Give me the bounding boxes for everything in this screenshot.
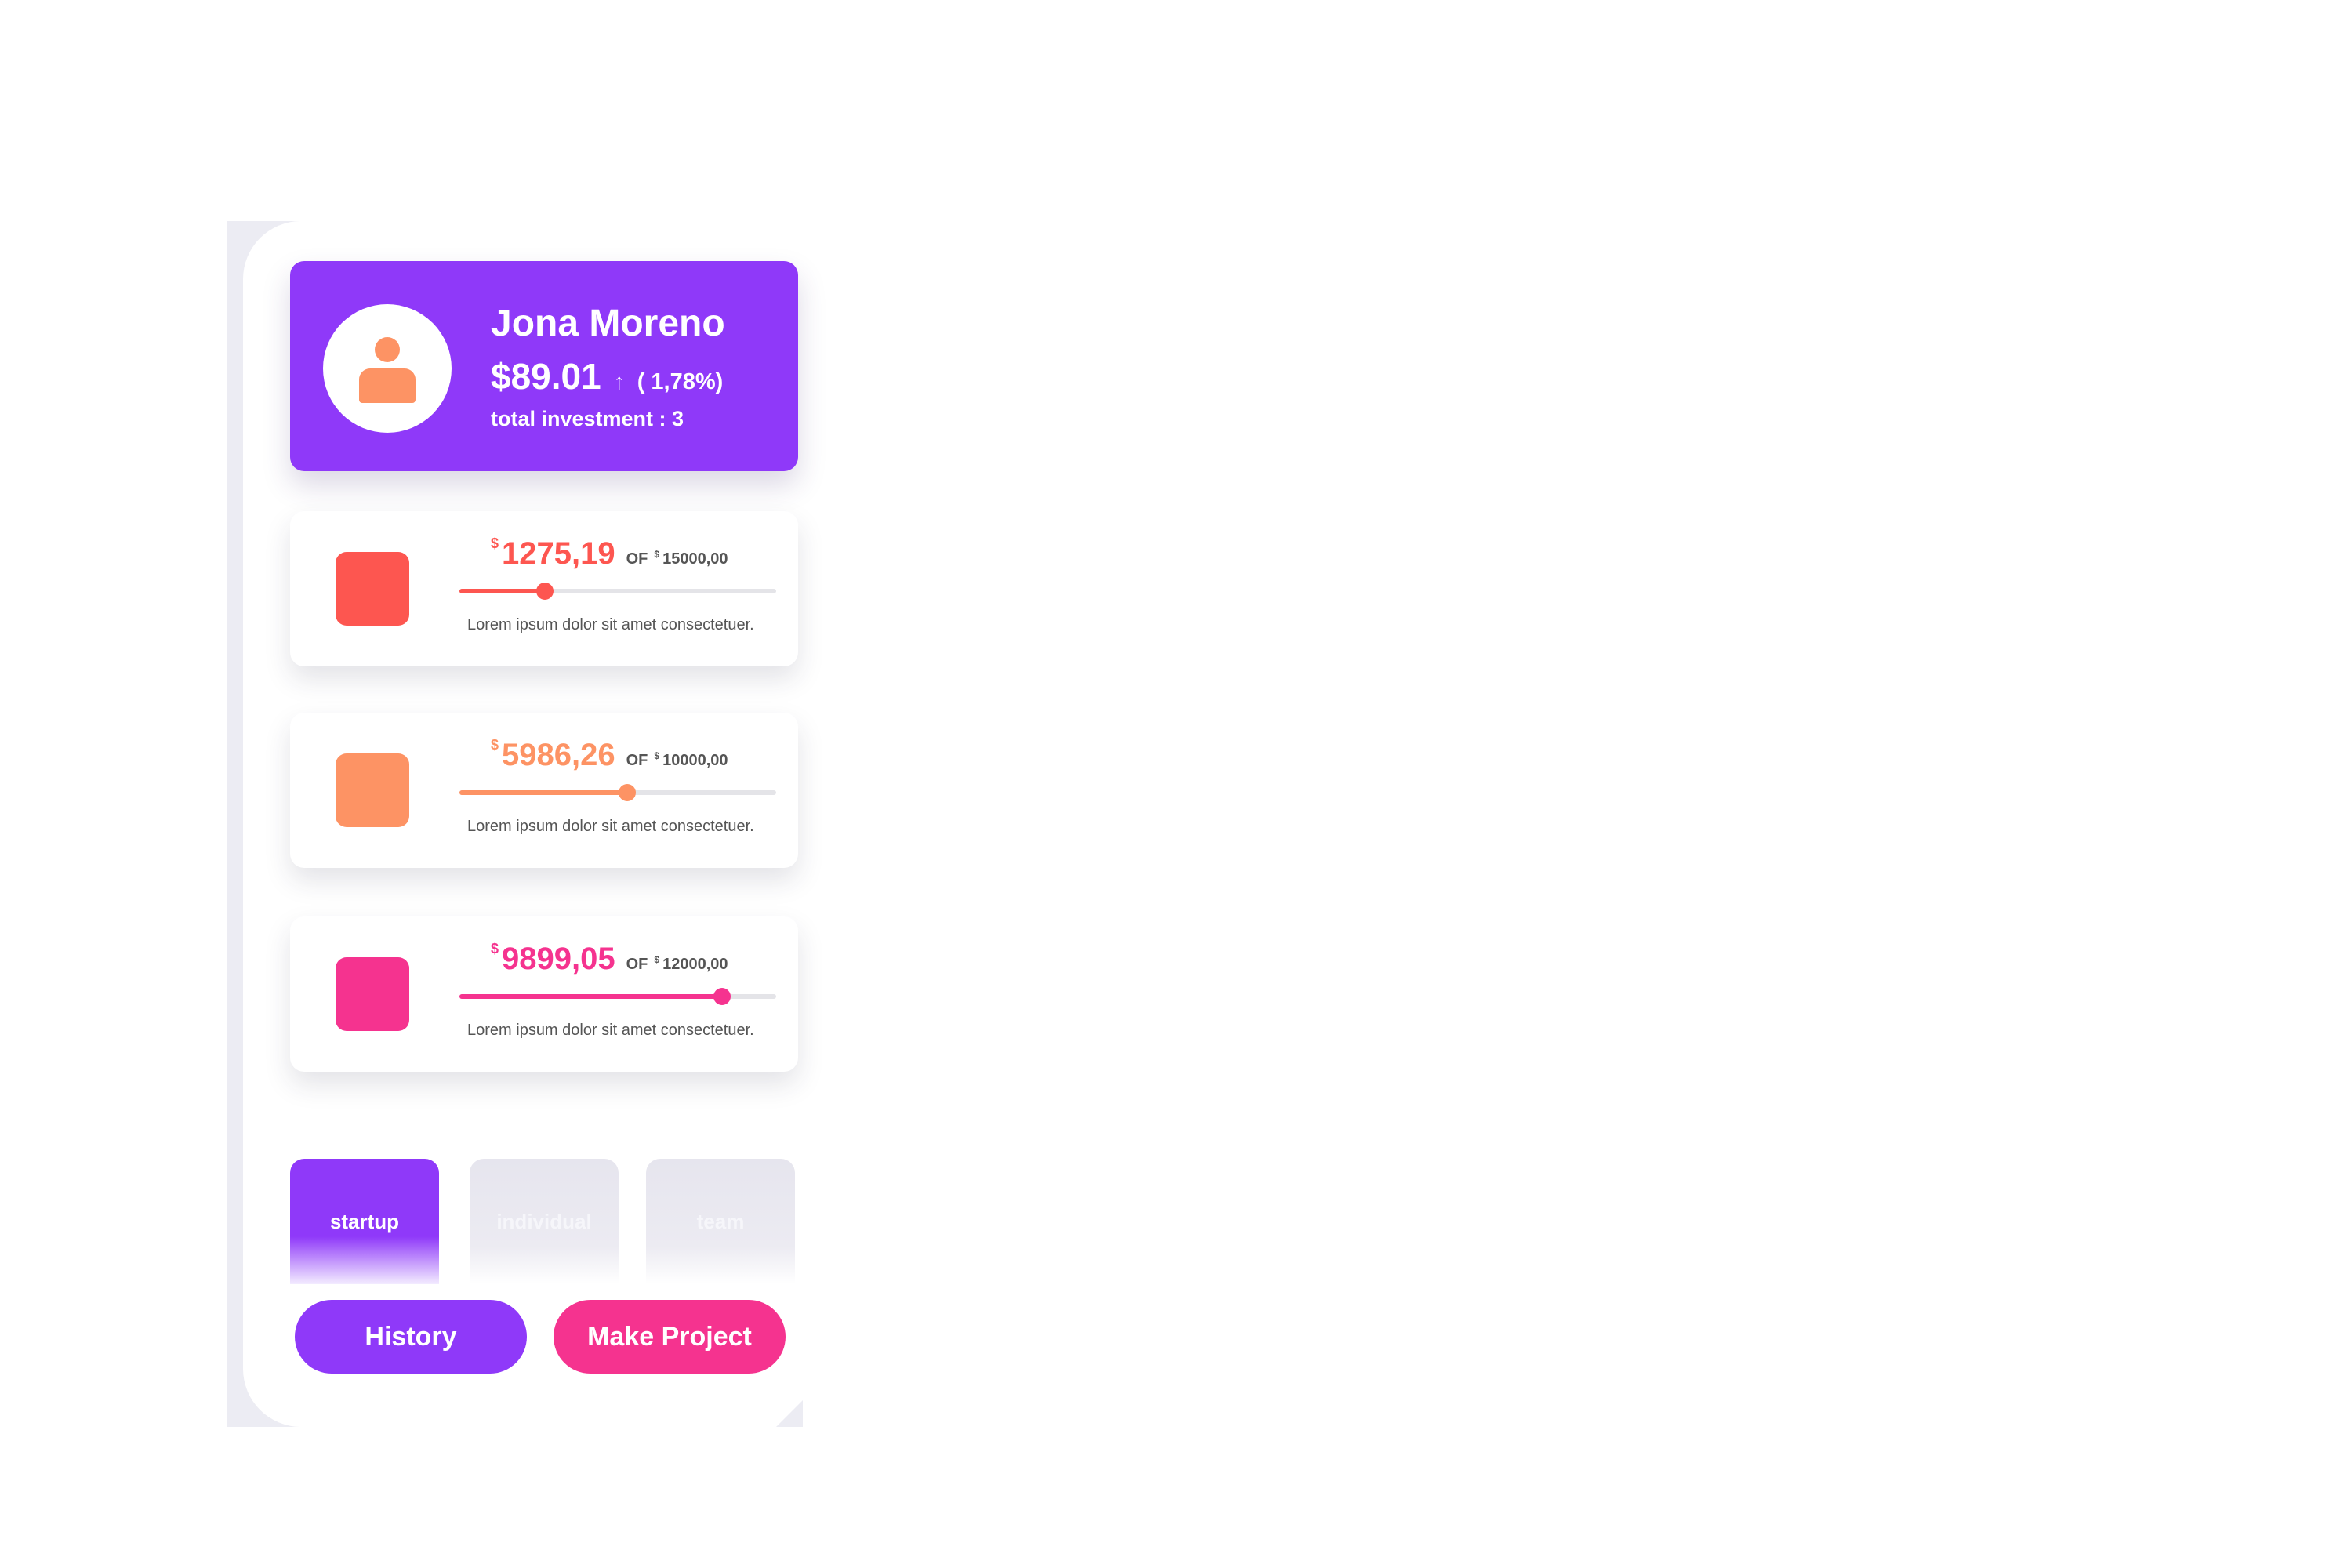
investment-card-1[interactable]: $ 1275,19 OF $ 15000,00 Lorem ipsum dolo… [290,511,798,666]
of-label: OF [626,550,648,568]
progress-track [459,988,776,1005]
amount-row: $ 9899,05 OF $ 12000,00 [491,941,728,977]
avatar-body [359,368,416,403]
currency-symbol: $ [491,941,499,956]
target-amount: 12000,00 [662,956,728,973]
currency-symbol: $ [491,535,499,551]
tab-label: team [696,1209,745,1233]
project-color-swatch [336,753,409,827]
currency-symbol: $ [491,737,499,753]
card-description: Lorem ipsum dolor sit amet consectetuer. [467,818,754,835]
balance-row: $89.01 ↑ ( 1,78%) [491,355,723,397]
investment-card-2[interactable]: $ 5986,26 OF $ 10000,00 Lorem ipsum dolo… [290,713,798,868]
progress-fill [459,994,723,999]
target-currency-symbol: $ [654,954,660,965]
card-description: Lorem ipsum dolor sit amet consectetuer. [467,1022,754,1039]
target-currency-symbol: $ [654,750,660,761]
progress-fill [459,589,546,593]
phone-screen: Jona Moreno $89.01 ↑ ( 1,78%) total inve… [243,221,803,1427]
balance-change: ( 1,78%) [637,369,724,394]
progress-handle[interactable] [619,784,637,801]
progress-track [459,784,776,801]
of-label: OF [626,956,648,973]
make-project-button[interactable]: Make Project [554,1300,786,1374]
progress-fill [459,790,628,795]
user-icon [323,304,452,433]
target-amount: 15000,00 [662,550,728,568]
raised-amount: 1275,19 [502,536,615,571]
tab-team[interactable]: team [646,1159,795,1284]
corner-decoration [776,1400,803,1427]
investment-card-3[interactable]: $ 9899,05 OF $ 12000,00 Lorem ipsum dolo… [290,916,798,1072]
target-amount: 10000,00 [662,752,728,769]
progress-handle[interactable] [713,988,731,1005]
amount-row: $ 1275,19 OF $ 15000,00 [491,535,728,572]
tab-startup[interactable]: startup [290,1159,439,1284]
progress-track [459,583,776,600]
avatar-head [375,337,400,362]
progress-handle[interactable] [536,583,554,600]
card-description: Lorem ipsum dolor sit amet consectetuer. [467,616,754,633]
total-investment: total investment : 3 [491,407,684,430]
arrow-up-icon: ↑ [613,369,625,394]
profile-name: Jona Moreno [491,303,725,344]
history-button[interactable]: History [295,1300,527,1374]
profile-card: Jona Moreno $89.01 ↑ ( 1,78%) total inve… [290,261,798,471]
of-label: OF [626,752,648,769]
tab-individual[interactable]: individual [470,1159,619,1284]
tab-label: individual [496,1209,592,1233]
project-color-swatch [336,957,409,1031]
tab-label: startup [329,1209,400,1233]
balance-value: $89.01 [491,356,601,397]
app-frame: Jona Moreno $89.01 ↑ ( 1,78%) total inve… [227,221,803,1427]
project-color-swatch [336,552,409,626]
amount-row: $ 5986,26 OF $ 10000,00 [491,737,728,773]
raised-amount: 9899,05 [502,942,615,976]
raised-amount: 5986,26 [502,738,615,772]
target-currency-symbol: $ [654,549,660,560]
